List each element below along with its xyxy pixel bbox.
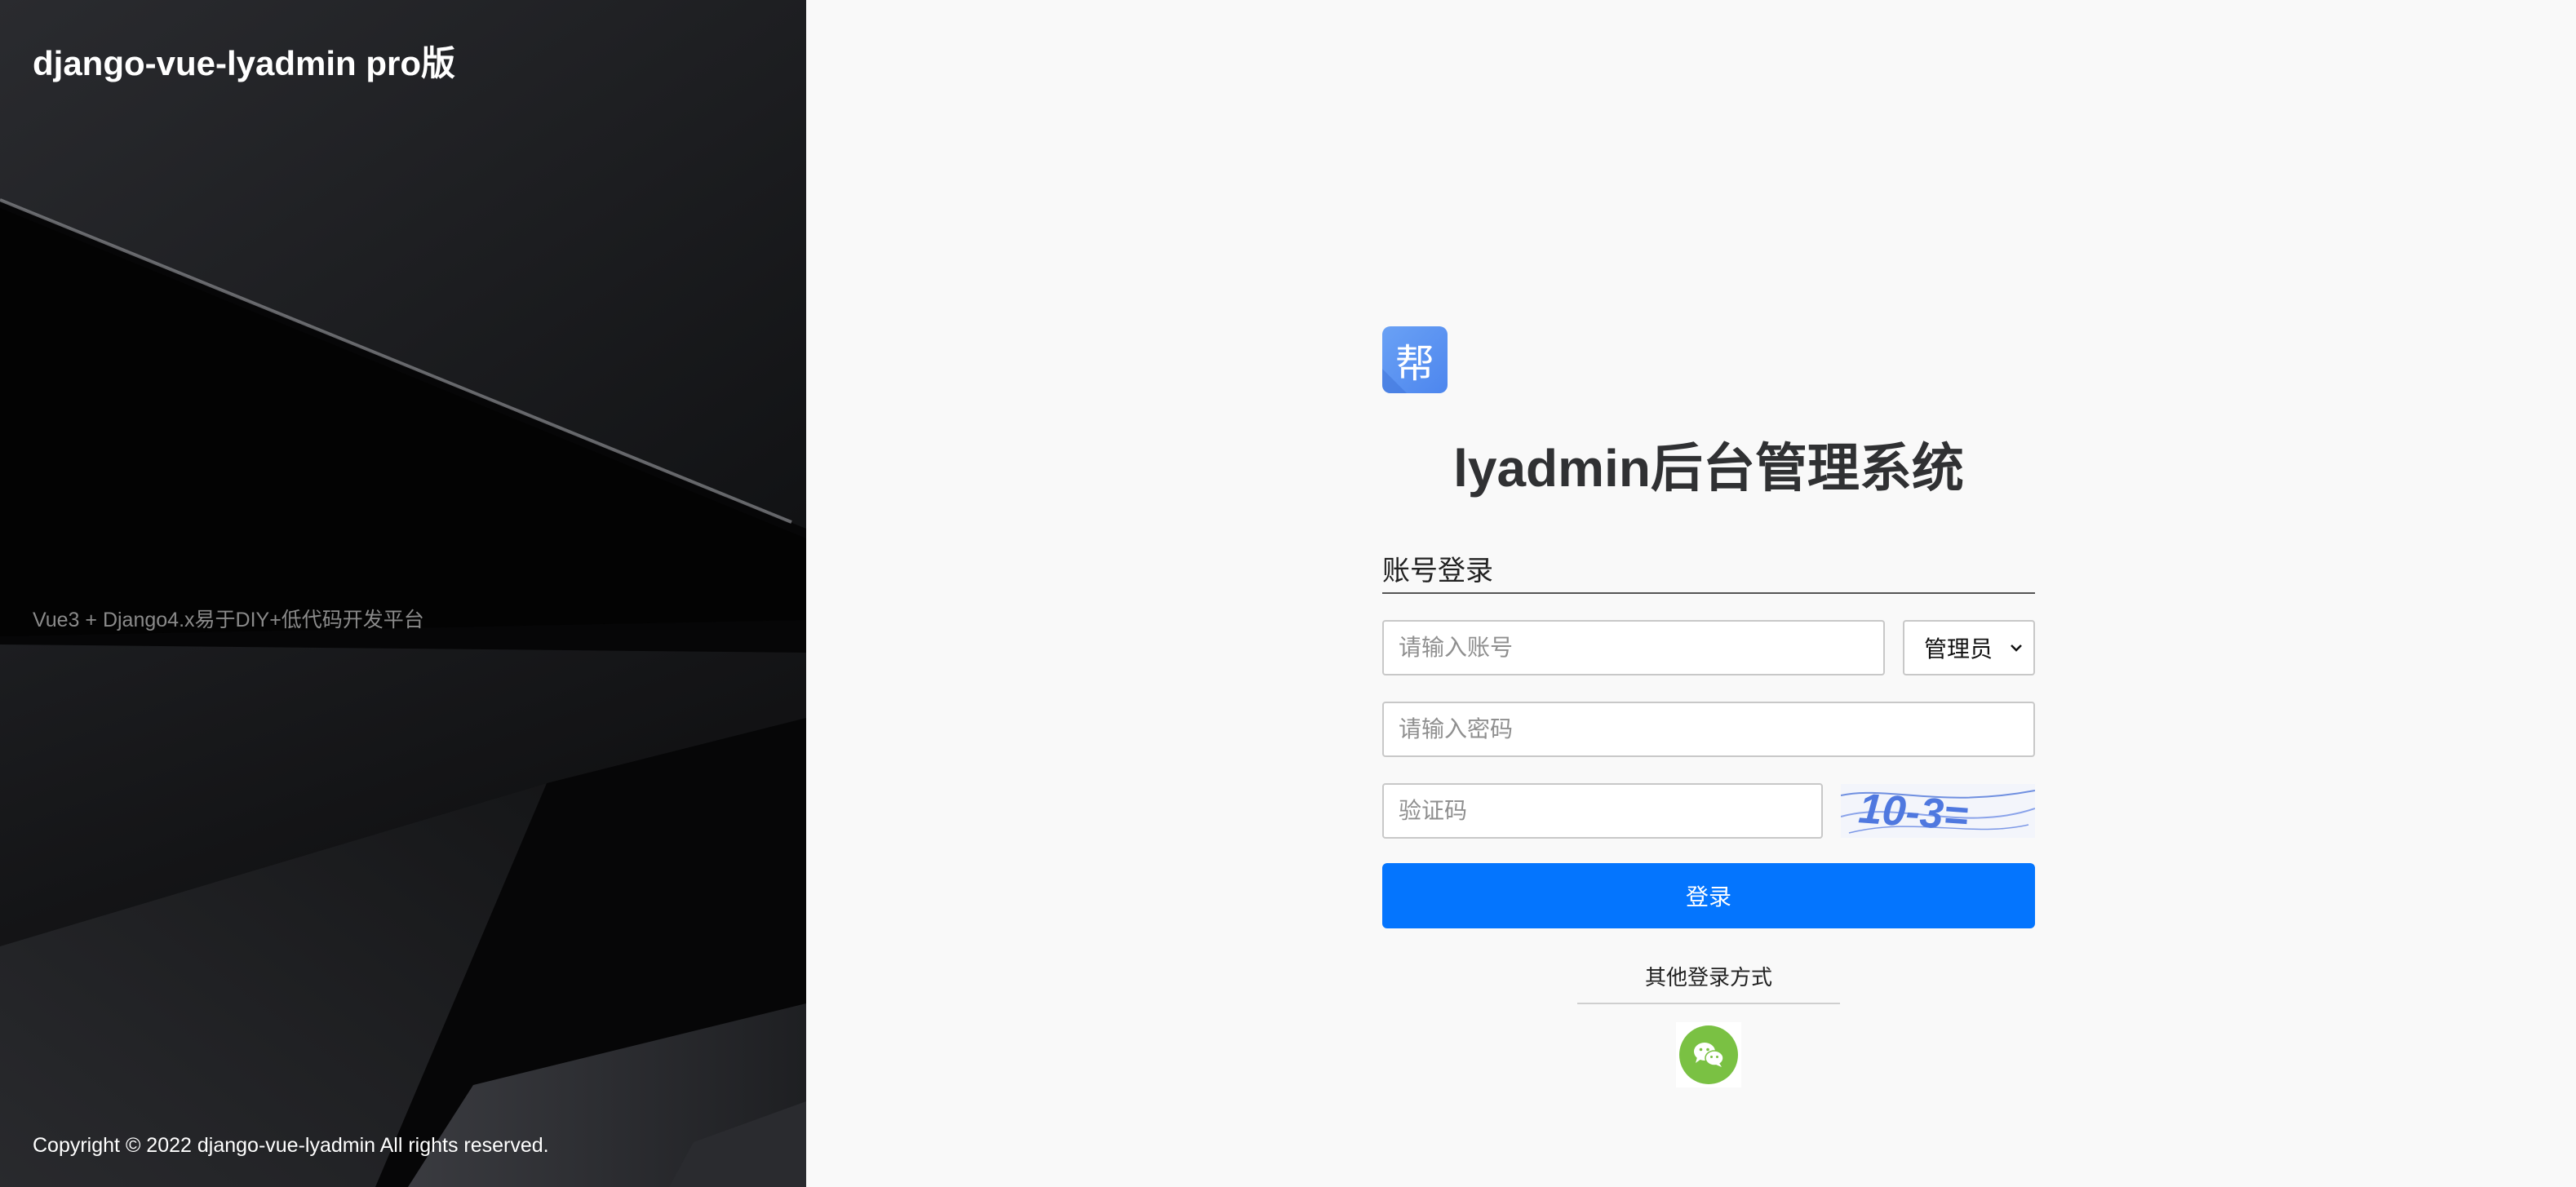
role-select[interactable]: 管理员 xyxy=(1903,620,2035,675)
system-title: lyadmin后台管理系统 xyxy=(1453,439,1964,498)
copyright-text: Copyright © 2022 django-vue-lyadmin All … xyxy=(33,1134,549,1157)
brand-panel: django-vue-lyadmin pro版 Vue3 + Django4.x… xyxy=(0,0,806,1187)
role-select-value: 管理员 xyxy=(1924,636,1993,662)
captcha-input[interactable] xyxy=(1382,783,1823,839)
other-login-title: 其他登录方式 xyxy=(1644,965,1772,990)
password-input[interactable] xyxy=(1382,702,2035,757)
abstract-background xyxy=(0,0,806,1187)
account-row: 管理员 xyxy=(1382,620,2035,675)
brand-title: django-vue-lyadmin pro版 xyxy=(33,44,456,82)
wechat-login-button[interactable] xyxy=(1679,1025,1738,1084)
wechat-icon xyxy=(1694,1043,1724,1067)
app-logo: 帮 xyxy=(1382,326,1448,393)
other-login-divider xyxy=(1577,1003,1840,1004)
brand-slogan: Vue3 + Django4.x易于DIY+低代码开发平台 xyxy=(33,609,424,631)
tab-account-login[interactable]: 账号登录 xyxy=(1382,553,2035,594)
captcha-image[interactable]: 10-3= xyxy=(1841,784,2035,838)
login-form: 帮 lyadmin后台管理系统 账号登录 管理员 10-3= xyxy=(1382,326,2035,1087)
app-logo-char: 帮 xyxy=(1394,343,1434,386)
account-input[interactable] xyxy=(1382,620,1885,675)
captcha-row: 10-3= xyxy=(1382,783,2035,839)
captcha-image-text: 10-3= xyxy=(1857,785,1970,838)
login-button[interactable]: 登录 xyxy=(1382,863,2035,928)
chevron-down-icon xyxy=(2011,644,2022,652)
login-page: django-vue-lyadmin pro版 Vue3 + Django4.x… xyxy=(0,0,2576,1187)
wechat-login xyxy=(1676,1022,1741,1087)
password-row xyxy=(1382,702,2035,757)
